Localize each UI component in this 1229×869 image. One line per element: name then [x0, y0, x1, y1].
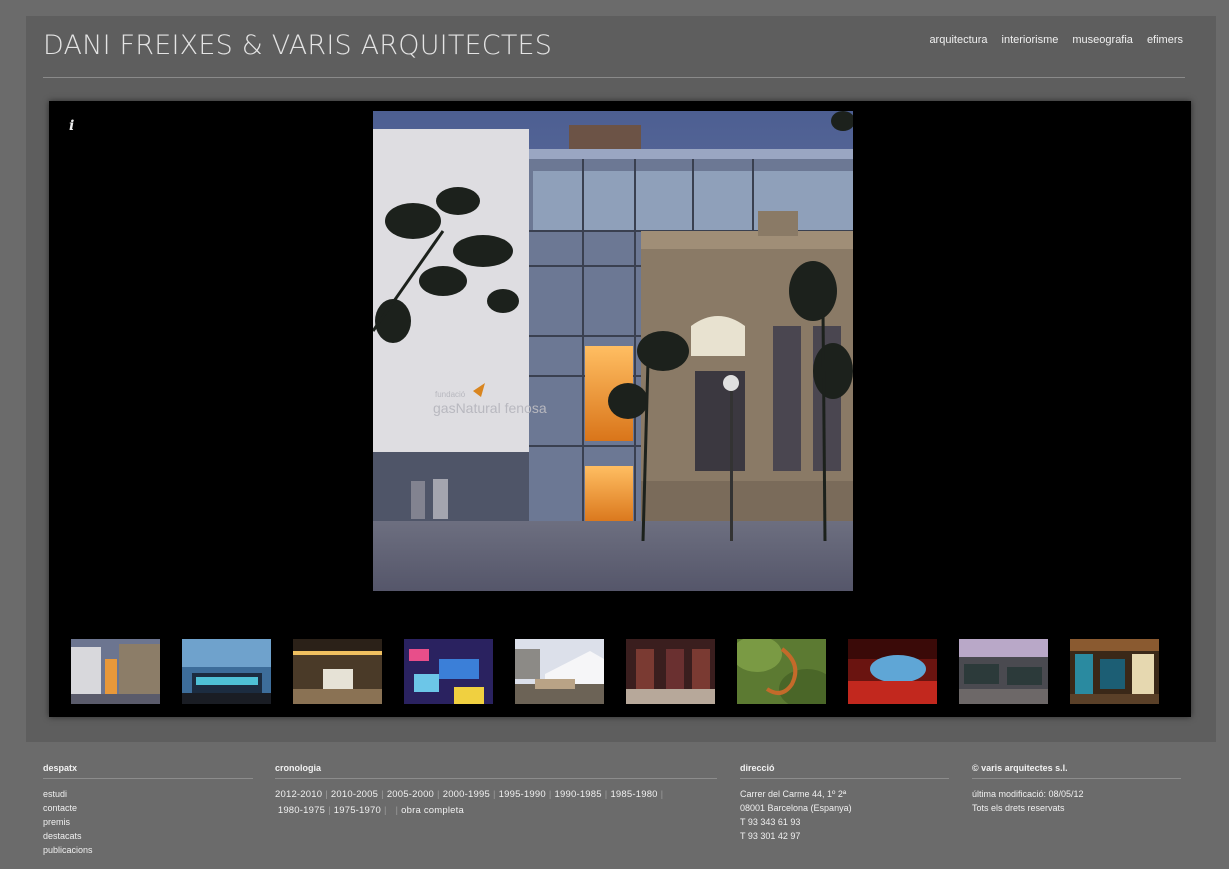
nav-interiorisme[interactable]: interiorisme — [1002, 34, 1059, 46]
site-title[interactable]: DANI FREIXES & VARIS ARQUITECTES — [43, 30, 552, 61]
footer-despatx: despatx estudi contacte premis destacats… — [43, 763, 253, 857]
photo-sign: gasNatural fenosa — [433, 400, 547, 416]
cronologia-list: 2012-2010 | 2010-2005 | 2005-2000 | 2000-1995 |… — [275, 789, 664, 816]
photo-sign-small: fundació — [435, 390, 466, 399]
footer-copyright: © varis arquitectes s.l. última modifica… — [972, 763, 1181, 815]
phone-2: T 93 301 42 97 — [740, 831, 801, 841]
obra-completa-link[interactable]: obra completa — [401, 805, 464, 816]
link-destacats[interactable]: destacats — [43, 829, 253, 843]
link-premis[interactable]: premis — [43, 815, 253, 829]
period-link[interactable]: 2000-1995 — [443, 789, 490, 800]
site-frame: DANI FREIXES & VARIS ARQUITECTES arquite… — [26, 16, 1216, 742]
footer-cronologia-heading: cronologia — [275, 763, 717, 779]
thumbnail[interactable] — [404, 639, 493, 704]
period-link[interactable]: 1990-1985 — [555, 789, 602, 800]
main-nav: arquitectura interiorisme museografia ef… — [929, 34, 1183, 46]
period-link[interactable]: 2012-2010 — [275, 789, 322, 800]
rights-reserved: Tots els drets reservats — [972, 803, 1065, 813]
footer-despatx-heading: despatx — [43, 763, 253, 779]
footer-direccio: direcció Carrer del Carme 44, 1º 2ª 0800… — [740, 763, 949, 843]
phone-1: T 93 343 61 93 — [740, 817, 801, 827]
period-link[interactable]: 1975-1970 — [334, 805, 381, 816]
link-contacte[interactable]: contacte — [43, 801, 253, 815]
address-street: Carrer del Carme 44, 1º 2ª — [740, 789, 847, 799]
thumbnail[interactable] — [848, 639, 937, 704]
thumbnail[interactable] — [515, 639, 604, 704]
period-link[interactable]: 2005-2000 — [387, 789, 434, 800]
thumbnail[interactable] — [959, 639, 1048, 704]
period-link[interactable]: 1985-1980 — [610, 789, 657, 800]
last-modified: última modificació: 08/05/12 — [972, 789, 1084, 799]
period-link[interactable]: 1980-1975 — [278, 805, 325, 816]
nav-arquitectura[interactable]: arquitectura — [929, 34, 987, 46]
nav-museografia[interactable]: museografia — [1072, 34, 1133, 46]
footer-cronologia: cronologia 2012-2010 | 2010-2005 | 2005-2000… — [275, 763, 717, 819]
thumbnail[interactable] — [1070, 639, 1159, 704]
thumbnail[interactable] — [626, 639, 715, 704]
thumbnail[interactable] — [71, 639, 160, 704]
nav-efimers[interactable]: efimers — [1147, 34, 1183, 46]
period-link[interactable]: 2010-2005 — [331, 789, 378, 800]
footer-direccio-heading: direcció — [740, 763, 949, 779]
site-footer: despatx estudi contacte premis destacats… — [0, 742, 1229, 869]
thumbnail[interactable] — [293, 639, 382, 704]
info-icon[interactable]: i — [69, 118, 74, 134]
title-divider — [43, 77, 1185, 78]
link-publicacions[interactable]: publicacions — [43, 843, 253, 857]
address-city: 08001 Barcelona (Espanya) — [740, 803, 852, 813]
gallery-viewer: i gasNatural fenosa fundació — [49, 101, 1191, 717]
period-link[interactable]: 1995-1990 — [499, 789, 546, 800]
thumbnail[interactable] — [182, 639, 271, 704]
link-estudi[interactable]: estudi — [43, 787, 253, 801]
thumbnail[interactable] — [737, 639, 826, 704]
main-photo[interactable]: gasNatural fenosa fundació — [373, 111, 853, 591]
footer-copyright-heading: © varis arquitectes s.l. — [972, 763, 1181, 779]
thumbnail-strip — [71, 639, 1159, 704]
